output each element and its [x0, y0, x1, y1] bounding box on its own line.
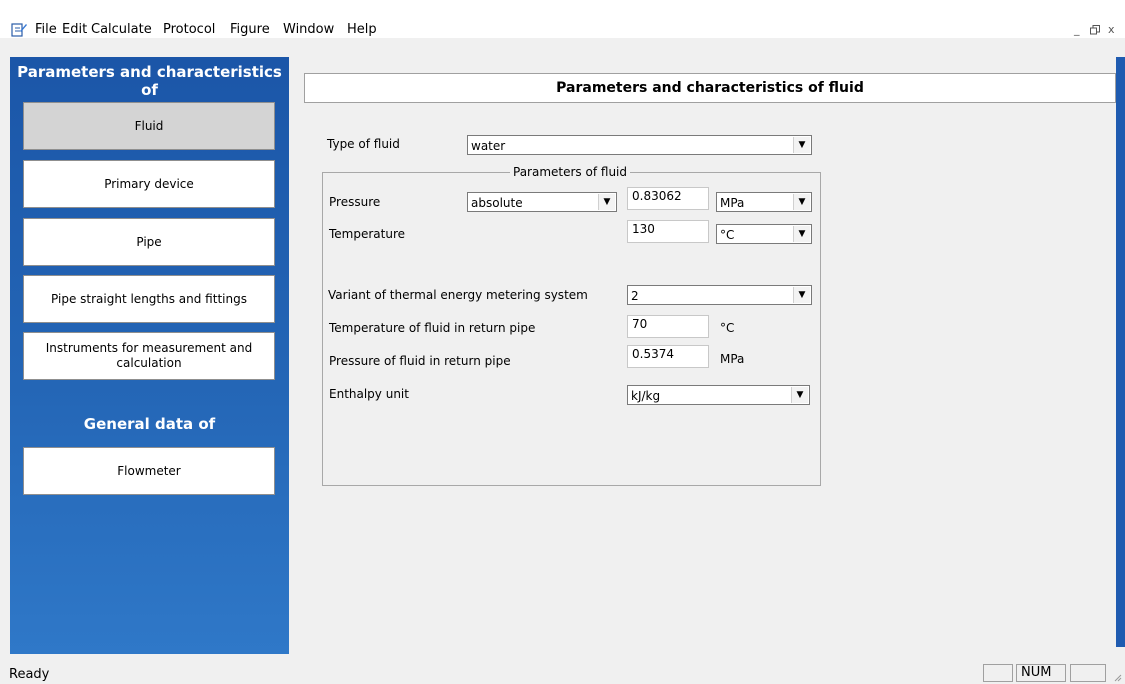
nav-instruments-button[interactable]: Instruments for measurement and calculat… [23, 332, 275, 380]
chevron-down-icon: ▼ [598, 194, 615, 210]
pressure-mode-value: absolute [471, 196, 523, 210]
temperature-unit-value: °C [720, 228, 735, 242]
nav-fluid-button[interactable]: Fluid [23, 102, 275, 150]
menu-protocol[interactable]: Protocol [163, 22, 215, 38]
sidebar-heading-general: General data of [83, 415, 216, 433]
temperature-unit-select[interactable]: °C ▼ [716, 224, 812, 244]
nav-pipe-button[interactable]: Pipe [23, 218, 275, 266]
return-temperature-input[interactable]: 70 [627, 315, 709, 338]
chevron-down-icon: ▼ [793, 226, 810, 242]
close-button[interactable]: x [1108, 23, 1115, 37]
variant-label: Variant of thermal energy metering syste… [328, 288, 588, 302]
menu-bar: File Edit Calculate Protocol Figure Wind… [0, 0, 1125, 38]
menu-file[interactable]: File [35, 22, 57, 38]
pressure-unit-select[interactable]: MPa ▼ [716, 192, 812, 212]
status-cell-empty-2 [1070, 664, 1106, 682]
menu-calculate[interactable]: Calculate [91, 22, 152, 38]
fluid-type-label: Type of fluid [327, 137, 400, 151]
status-bar [0, 660, 1125, 684]
status-text: Ready [9, 667, 50, 682]
temperature-label: Temperature [329, 227, 406, 241]
pressure-mode-select[interactable]: absolute ▼ [467, 192, 617, 212]
minimize-button[interactable]: _ [1074, 23, 1080, 37]
status-cell-empty-1 [983, 664, 1013, 682]
enthalpy-unit-value: kJ/kg [631, 389, 661, 403]
restore-button[interactable] [1090, 25, 1100, 35]
return-pressure-input[interactable]: 0.5374 [627, 345, 709, 368]
fluid-type-select[interactable]: water ▼ [467, 135, 812, 155]
chevron-down-icon: ▼ [793, 194, 810, 210]
chevron-down-icon: ▼ [793, 287, 810, 303]
enthalpy-unit-select[interactable]: kJ/kg ▼ [627, 385, 810, 405]
variant-select[interactable]: 2 ▼ [627, 285, 812, 305]
chevron-down-icon: ▼ [793, 137, 810, 153]
nav-pipe-straight-lengths-button[interactable]: Pipe straight lengths and fittings [23, 275, 275, 323]
return-temperature-label: Temperature of fluid in return pipe [329, 321, 536, 335]
num-lock-indicator: NUM [1016, 664, 1066, 682]
content-edge [1116, 57, 1125, 647]
pressure-input[interactable]: 0.83062 [627, 187, 709, 210]
menu-help[interactable]: Help [347, 22, 377, 38]
nav-flowmeter-button[interactable]: Flowmeter [23, 447, 275, 495]
return-pressure-unit: MPa [720, 352, 745, 366]
chevron-down-icon: ▼ [791, 387, 808, 403]
app-icon[interactable] [11, 22, 27, 37]
return-temperature-unit: °C [720, 321, 735, 335]
menu-window[interactable]: Window [283, 22, 334, 38]
sidebar: Parameters and characteristics of Fluid … [10, 57, 289, 654]
parameters-group-title: Parameters of fluid [510, 165, 630, 179]
resize-grip-icon[interactable] [1112, 672, 1122, 682]
fluid-type-value: water [471, 139, 506, 153]
nav-primary-device-button[interactable]: Primary device [23, 160, 275, 208]
menu-edit[interactable]: Edit [62, 22, 87, 38]
page-title: Parameters and characteristics of fluid [304, 73, 1116, 103]
temperature-input[interactable]: 130 [627, 220, 709, 243]
return-pressure-label: Pressure of fluid in return pipe [329, 354, 511, 368]
variant-value: 2 [631, 289, 639, 303]
pressure-unit-value: MPa [720, 196, 745, 210]
pressure-label: Pressure [329, 195, 381, 209]
enthalpy-label: Enthalpy unit [329, 387, 409, 401]
menu-figure[interactable]: Figure [230, 22, 270, 38]
sidebar-heading-parameters: Parameters and characteristics of [17, 63, 282, 99]
